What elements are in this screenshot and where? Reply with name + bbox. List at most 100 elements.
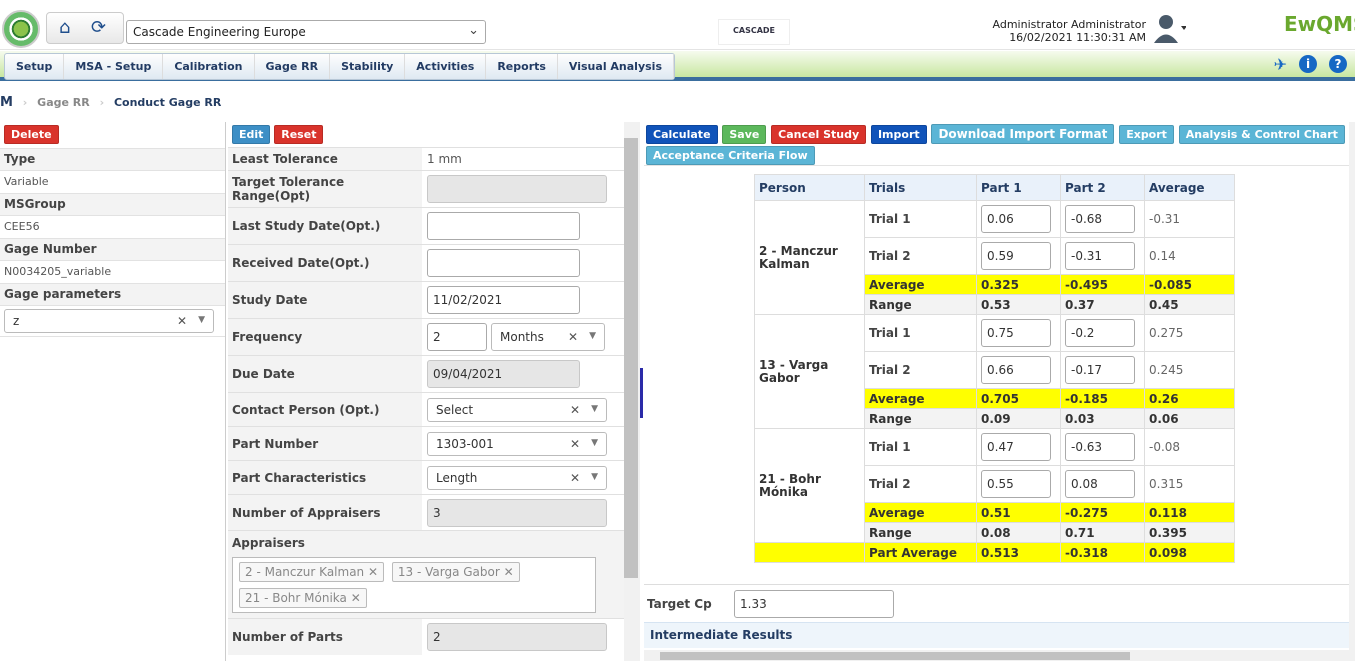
breadcrumb-current: Conduct Gage RR: [113, 96, 222, 109]
received-date-input[interactable]: [427, 249, 580, 277]
delete-button[interactable]: Delete: [4, 125, 59, 144]
calculate-button[interactable]: Calculate: [646, 125, 718, 144]
help-icon[interactable]: ?: [1329, 55, 1347, 73]
frequency-unit-value: Months: [500, 330, 544, 344]
remove-icon[interactable]: ✕: [504, 565, 514, 579]
least-tolerance-value: 1 mm: [427, 152, 462, 166]
frequency-unit-select[interactable]: Months ✕ ▼: [491, 323, 605, 351]
part-average-spacer: [754, 542, 865, 563]
gage-summary-panel: Delete Type Variable MSGroup CEE56 Gage …: [0, 122, 226, 661]
chevron-down-icon[interactable]: ▼: [591, 404, 598, 414]
gage-parameters-select[interactable]: z ✕ ▼: [4, 309, 214, 333]
range-value: 0.03: [1060, 408, 1145, 429]
received-date-label: Received Date(Opt.): [228, 245, 422, 281]
menu-visual-analysis[interactable]: Visual Analysis: [558, 54, 674, 79]
trial-value-input[interactable]: 0.75: [981, 319, 1051, 347]
menu-msa-setup[interactable]: MSA - Setup: [64, 54, 164, 79]
trial-value-input[interactable]: -0.63: [1065, 433, 1135, 461]
info-icon[interactable]: i: [1299, 55, 1317, 73]
chevron-down-icon[interactable]: ▼: [591, 438, 598, 448]
menu-calibration[interactable]: Calibration: [163, 54, 255, 79]
target-cp-input[interactable]: 1.33: [734, 589, 894, 618]
table-header-row: Person Trials Part 1 Part 2 Average: [754, 174, 1235, 201]
part-characteristics-select[interactable]: Length ✕ ▼: [427, 465, 607, 490]
avatar-icon[interactable]: [1152, 12, 1186, 44]
splitter-handle[interactable]: [640, 368, 643, 418]
trial-value-input[interactable]: 0.06: [981, 205, 1051, 233]
average-value: -0.185: [1060, 388, 1145, 409]
trial-value-input[interactable]: 0.47: [981, 433, 1051, 461]
export-button[interactable]: Export: [1119, 125, 1174, 144]
clear-icon[interactable]: ✕: [568, 330, 578, 344]
analysis-control-chart-button[interactable]: Analysis & Control Chart: [1178, 125, 1345, 144]
home-icon[interactable]: ⌂: [59, 17, 70, 38]
last-study-date-input[interactable]: [427, 212, 580, 240]
number-of-appraisers-label: Number of Appraisers: [228, 495, 422, 530]
clear-icon[interactable]: ✕: [570, 471, 580, 485]
acceptance-criteria-flow-button[interactable]: Acceptance Criteria Flow: [646, 146, 815, 165]
company-select[interactable]: Cascade Engineering Europe ⌄: [126, 20, 486, 44]
appraiser-tag-label: 2 - Manczur Kalman: [245, 565, 365, 579]
msgroup-value: CEE56: [0, 215, 225, 238]
download-import-format-button[interactable]: Download Import Format: [931, 124, 1115, 144]
chevron-down-icon[interactable]: ▼: [591, 472, 598, 482]
reset-button[interactable]: Reset: [274, 125, 324, 144]
breadcrumb-separator-icon: ›: [22, 96, 28, 109]
breadcrumb-gage-rr[interactable]: Gage RR: [37, 96, 90, 109]
clear-icon[interactable]: ✕: [570, 403, 580, 417]
menu-activities[interactable]: Activities: [405, 54, 487, 79]
chevron-down-icon[interactable]: ▼: [198, 315, 205, 325]
chevron-down-icon[interactable]: ▼: [589, 331, 596, 341]
appraisers-multiselect[interactable]: 2 - Manczur Kalman ✕ 13 - Varga Gabor ✕ …: [232, 557, 596, 613]
part-average-label: Part Average: [864, 542, 977, 563]
save-button[interactable]: Save: [722, 125, 767, 144]
clear-icon[interactable]: ✕: [570, 437, 580, 451]
menu-gage-rr[interactable]: Gage RR: [255, 54, 331, 79]
average-value: 0.325: [976, 274, 1061, 295]
target-cp-label: Target Cp: [647, 596, 712, 611]
range-value: 0.45: [1144, 294, 1235, 315]
remove-icon[interactable]: ✕: [368, 565, 378, 579]
refresh-icon[interactable]: ⟳: [91, 17, 106, 38]
menu-stability[interactable]: Stability: [330, 54, 406, 79]
column-header-part-1: Part 1: [976, 174, 1061, 201]
part-number-label: Part Number: [228, 427, 422, 460]
scrollbar-thumb[interactable]: [660, 652, 1130, 660]
pin-icon[interactable]: ✈: [1274, 55, 1287, 74]
range-value: 0.08: [976, 522, 1061, 543]
trial-average: 0.245: [1144, 351, 1235, 389]
menu-setup[interactable]: Setup: [5, 54, 65, 79]
trial-value-input[interactable]: 0.08: [1065, 470, 1135, 498]
horizontal-scrollbar[interactable]: [644, 650, 1355, 661]
app-logo[interactable]: [2, 10, 40, 48]
import-button[interactable]: Import: [870, 125, 927, 144]
study-date-input[interactable]: 11/02/2021: [427, 286, 580, 314]
part-number-select[interactable]: 1303-001 ✕ ▼: [427, 431, 607, 456]
trial-value-input[interactable]: -0.2: [1065, 319, 1135, 347]
scrollbar-thumb[interactable]: [624, 138, 638, 578]
trial-value-input[interactable]: 0.55: [981, 470, 1051, 498]
average-value: 0.26: [1144, 388, 1235, 409]
trial-value-input[interactable]: 0.66: [981, 356, 1051, 384]
part-average-row: Part Average 0.513 -0.318 0.098: [754, 542, 1235, 563]
details-scrollbar[interactable]: [624, 122, 640, 661]
trial-value-input[interactable]: -0.17: [1065, 356, 1135, 384]
trial-value-input[interactable]: -0.31: [1065, 242, 1135, 270]
trial-value-input[interactable]: 0.59: [981, 242, 1051, 270]
appraiser-tag: 2 - Manczur Kalman ✕: [239, 562, 385, 582]
remove-icon[interactable]: ✕: [351, 591, 361, 605]
appraisers-label: Appraisers: [228, 531, 422, 554]
contact-person-select[interactable]: Select ✕ ▼: [427, 397, 607, 422]
target-tolerance-label: Target Tolerance Range(Opt): [228, 171, 422, 207]
intermediate-results-header[interactable]: Intermediate Results: [644, 622, 1355, 648]
cancel-study-button[interactable]: Cancel Study: [771, 125, 867, 144]
vertical-scrollbar[interactable]: [1349, 122, 1355, 661]
clear-icon[interactable]: ✕: [177, 314, 187, 328]
breadcrumb-home-icon[interactable]: Ⅿ: [0, 95, 13, 110]
edit-button[interactable]: Edit: [232, 125, 271, 144]
part-average-value: 0.513: [976, 542, 1061, 563]
brand-logo: CASCADE: [718, 19, 790, 45]
frequency-input[interactable]: 2: [427, 323, 487, 351]
trial-value-input[interactable]: -0.68: [1065, 205, 1135, 233]
menu-reports[interactable]: Reports: [486, 54, 558, 79]
